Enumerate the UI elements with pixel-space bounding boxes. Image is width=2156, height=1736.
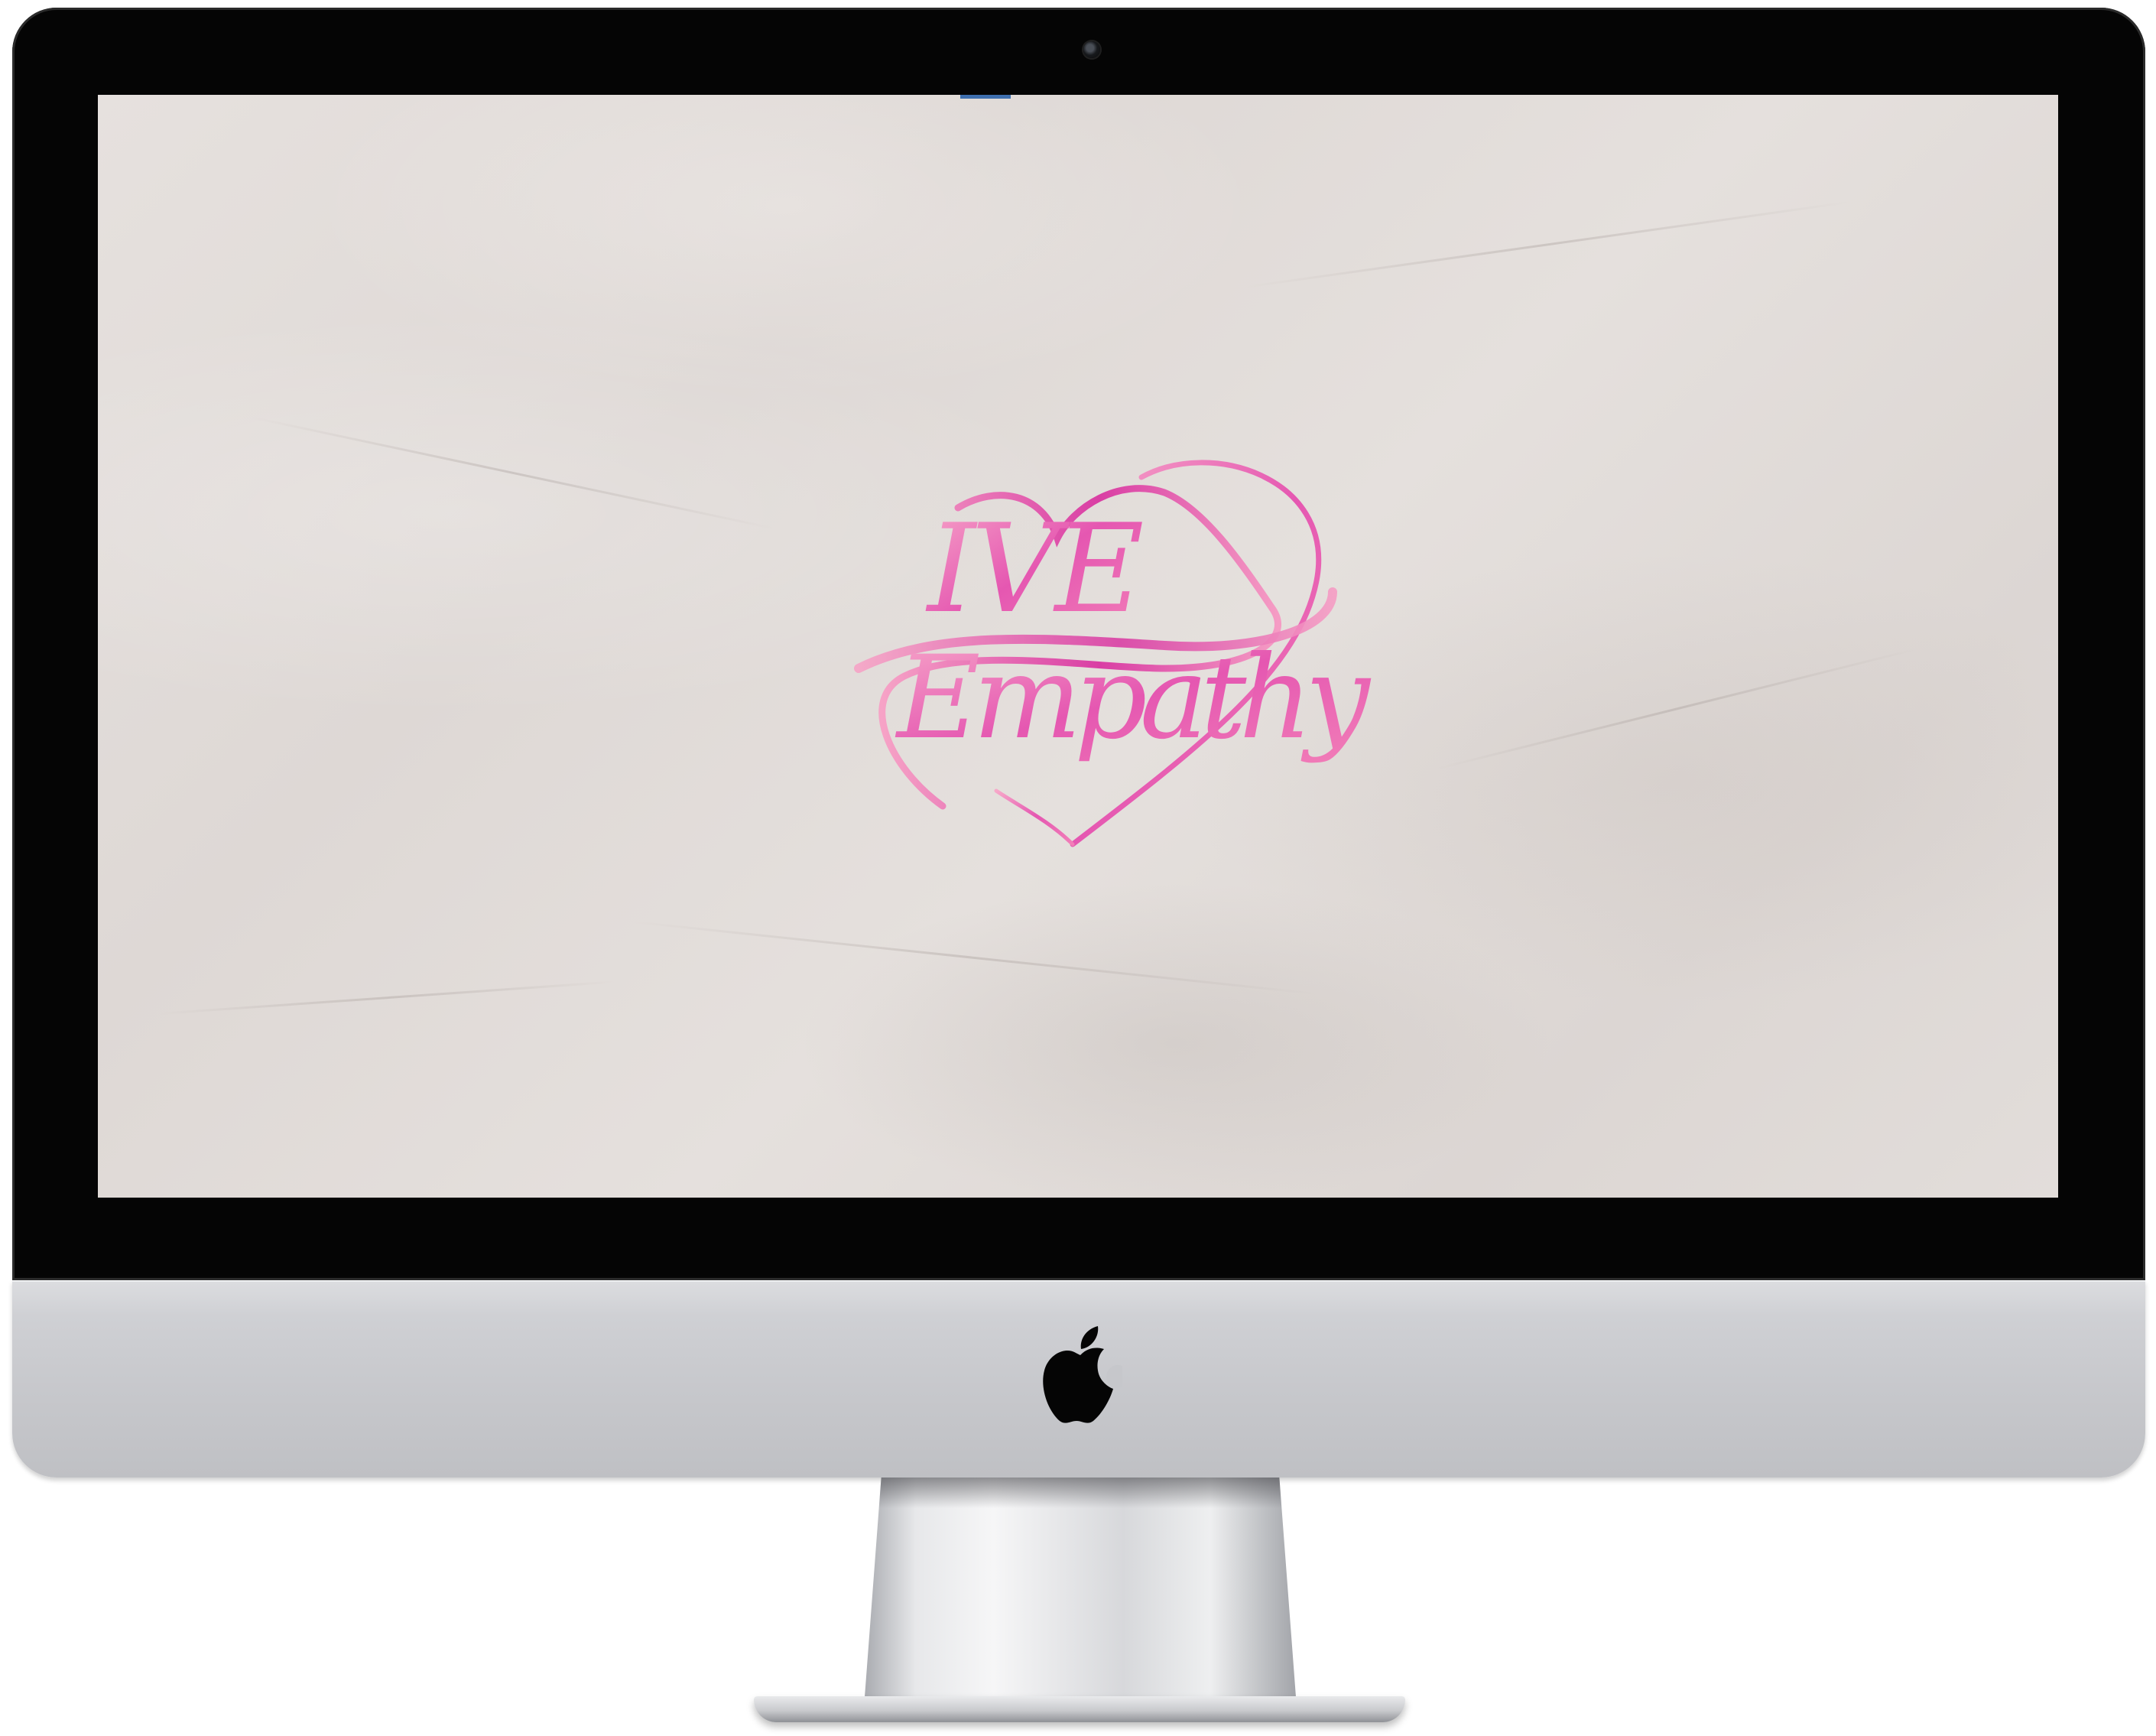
imac-mockup: IVE Empathy xyxy=(0,0,2156,1736)
paper-crease xyxy=(250,416,775,530)
screen-indicator xyxy=(960,95,1011,99)
logo-line-2: Empathy xyxy=(895,632,1372,765)
logo-line-1: IVE xyxy=(925,497,1143,640)
stand-foot xyxy=(754,1696,1405,1722)
paper-crease xyxy=(632,921,1318,996)
screen: IVE Empathy xyxy=(98,95,2058,1198)
apple-logo-icon xyxy=(1038,1326,1129,1426)
paper-crease xyxy=(1244,200,1851,288)
stand-neck xyxy=(864,1478,1297,1707)
paper-crease xyxy=(158,980,617,1015)
paper-crease xyxy=(1435,647,1919,770)
heart-left-curve xyxy=(994,788,1075,847)
camera-icon xyxy=(1083,41,1100,58)
ive-empathy-logo: IVE Empathy xyxy=(843,447,1379,875)
